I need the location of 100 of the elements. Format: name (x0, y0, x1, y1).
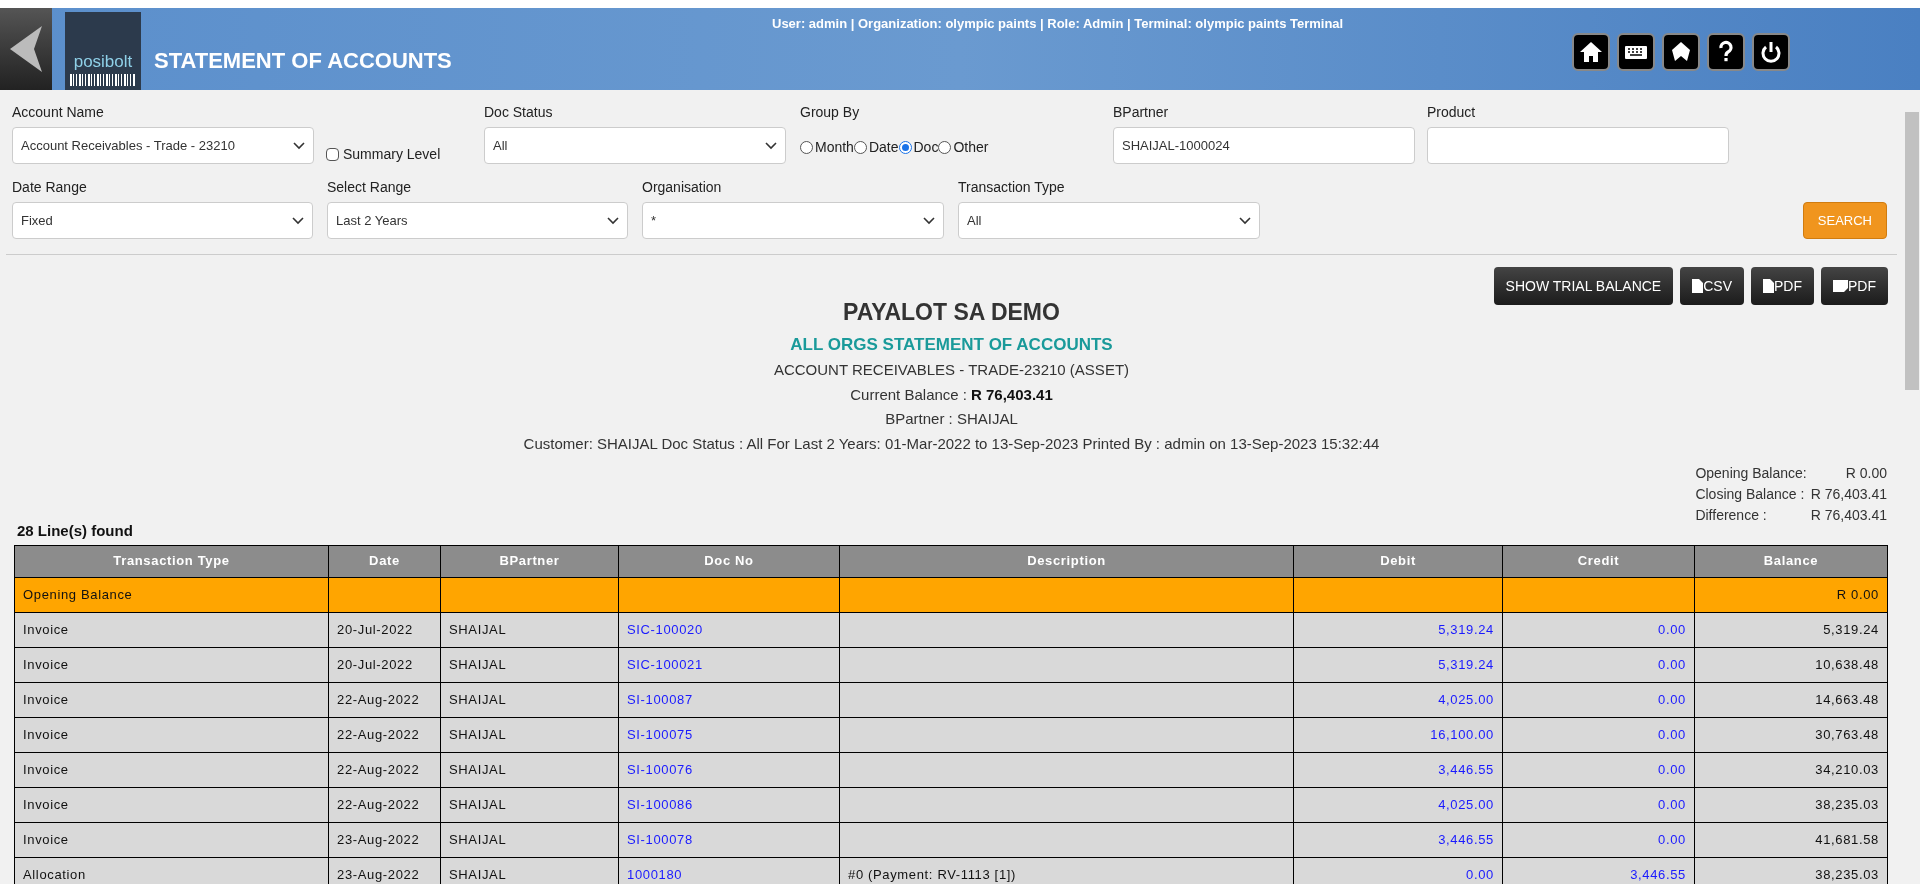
field-label: BPartner (1113, 103, 1170, 122)
radio-button[interactable] (938, 141, 952, 154)
field-label: Group By (800, 103, 861, 122)
table-link[interactable]: 0.00 (1658, 831, 1686, 847)
table-link[interactable]: 16,100.00 (1430, 726, 1494, 742)
lines-found: 28 Line(s) found (17, 521, 134, 541)
export-button[interactable]: PDF (1751, 267, 1814, 305)
table-link[interactable]: 1000180 (627, 866, 683, 882)
balance-value: R 76,403.41 (971, 384, 1053, 405)
export-button[interactable]: SHOW TRIAL BALANCE (1493, 267, 1674, 305)
radio-button[interactable] (898, 141, 912, 154)
radio-label: Date (868, 138, 899, 157)
select-field[interactable]: * (642, 202, 944, 239)
radio-label: Other (953, 138, 989, 157)
table-cell: SHAIJAL (449, 796, 507, 812)
table-cell: 34,210.03 (1815, 761, 1879, 777)
column-header: Date (328, 545, 441, 577)
table-cell: 20-Jul-2022 (337, 656, 413, 672)
table-cell: SHAIJAL (449, 831, 507, 847)
summary-label: Opening Balance: (1695, 464, 1807, 483)
table-link[interactable]: 5,319.24 (1438, 621, 1494, 637)
power-icon[interactable] (1752, 33, 1790, 71)
table-link[interactable]: 3,446.55 (1438, 831, 1494, 847)
chevron-down-icon (1239, 216, 1251, 225)
summary-value: R 76,403.41 (1810, 506, 1887, 525)
bpartner-line: BPartner : SHAIJAL (885, 409, 1018, 429)
table-link[interactable]: 0.00 (1658, 691, 1686, 707)
summary-label: Difference : (1695, 506, 1768, 525)
table-link[interactable]: 0.00 (1658, 761, 1686, 777)
table-link[interactable]: 5,319.24 (1438, 656, 1494, 672)
table-link[interactable]: 4,025.00 (1438, 691, 1494, 707)
table-link[interactable]: 3,446.55 (1630, 866, 1686, 882)
summary-value: R 76,403.41 (1810, 485, 1887, 504)
field-label: Select Range (327, 178, 413, 197)
table-link[interactable]: 4,025.00 (1438, 796, 1494, 812)
chevron-down-icon (765, 141, 777, 150)
summary-label: Closing Balance : (1695, 485, 1806, 504)
checkbox[interactable] (326, 148, 339, 161)
table-cell: SHAIJAL (449, 866, 507, 882)
checkbox-label: Summary Level (343, 145, 441, 164)
table-link[interactable]: SIC-100021 (627, 656, 703, 672)
input-field[interactable]: SHAIJAL-1000024 (1113, 127, 1415, 164)
table-link[interactable]: SI-100075 (627, 726, 693, 742)
table-cell: Opening Balance (23, 586, 133, 602)
chevron-down-icon (292, 216, 304, 225)
select-field[interactable]: Last 2 Years (327, 202, 628, 239)
table-cell: Allocation (23, 866, 86, 882)
table-link[interactable]: SI-100086 (627, 796, 693, 812)
table-link[interactable]: 0.00 (1658, 621, 1686, 637)
select-field[interactable]: All (484, 127, 786, 164)
table-link[interactable]: 0.00 (1466, 866, 1494, 882)
table-cell: Invoice (23, 831, 69, 847)
select-field[interactable]: All (958, 202, 1260, 239)
column-header: Debit (1293, 545, 1503, 577)
column-header: Credit (1502, 545, 1695, 577)
table-cell: Invoice (23, 796, 69, 812)
column-header: BPartner (440, 545, 619, 577)
company-name: PAYALOT SA DEMO (843, 298, 1060, 327)
radio-button[interactable] (800, 141, 813, 154)
keyboard-icon[interactable] (1617, 33, 1655, 71)
document-icon (1692, 279, 1704, 293)
table-link[interactable]: 0.00 (1658, 656, 1686, 672)
export-button[interactable]: PDF (1821, 267, 1888, 305)
summary-value: R 0.00 (1844, 464, 1887, 483)
table-cell: SHAIJAL (449, 726, 507, 742)
table-cell: 20-Jul-2022 (337, 621, 413, 637)
table-link[interactable]: SI-100078 (627, 831, 693, 847)
table-cell: Invoice (23, 691, 69, 707)
column-header: Doc No (618, 545, 840, 577)
table-link[interactable]: 0.00 (1658, 726, 1686, 742)
radio-label: Doc (913, 138, 939, 157)
table-link[interactable]: 0.00 (1658, 796, 1686, 812)
table-cell: 5,319.24 (1823, 621, 1879, 637)
input-field[interactable] (1427, 127, 1729, 164)
back-arrow-icon (8, 24, 44, 74)
barcode-icon (70, 74, 136, 86)
field-label: Doc Status (484, 103, 554, 122)
table-cell: Invoice (23, 656, 69, 672)
table-cell: SHAIJAL (449, 656, 507, 672)
logo: posibolt (65, 12, 141, 90)
table-link[interactable]: SIC-100020 (627, 621, 703, 637)
table-cell: 23-Aug-2022 (337, 831, 420, 847)
table-cell: 10,638.48 (1815, 656, 1879, 672)
table-cell: Invoice (23, 621, 69, 637)
document-icon (1833, 280, 1848, 292)
column-header: Balance (1694, 545, 1888, 577)
table-link[interactable]: 3,446.55 (1438, 761, 1494, 777)
table-cell: 38,235.03 (1815, 866, 1879, 882)
table-cell: 41,681.58 (1815, 831, 1879, 847)
table-link[interactable]: SI-100087 (627, 691, 693, 707)
export-button[interactable]: CSV (1680, 267, 1744, 305)
select-field[interactable]: Fixed (12, 202, 313, 239)
select-field[interactable]: Account Receivables - Trade - 23210 (12, 127, 314, 164)
column-header: Transaction Type (14, 545, 329, 577)
back-button[interactable] (0, 8, 52, 90)
table-link[interactable]: SI-100076 (627, 761, 693, 777)
help-icon[interactable] (1707, 33, 1745, 71)
home-icon[interactable] (1572, 33, 1610, 71)
radio-button[interactable] (853, 141, 867, 154)
chevron-down-icon (293, 141, 305, 150)
